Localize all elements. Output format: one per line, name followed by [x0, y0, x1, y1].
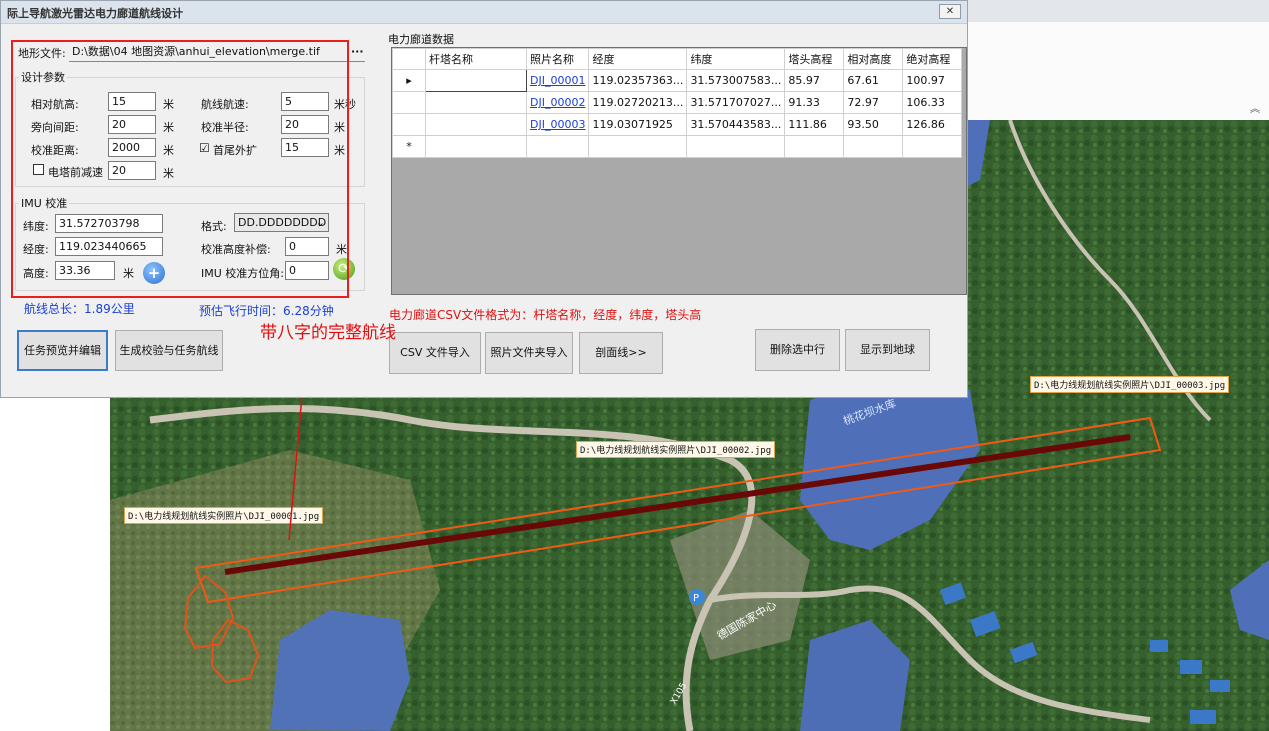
csv-format-note: 电力廊道CSV文件格式为：杆塔名称，经度，纬度，塔头高: [389, 308, 702, 322]
empty-cell[interactable]: [843, 135, 904, 158]
rel-height-cell[interactable]: 67.61: [843, 69, 904, 92]
head-elev-cell[interactable]: 91.33: [784, 91, 845, 114]
row-marker: [392, 91, 426, 114]
left-panel-blank: [0, 398, 110, 731]
rel-height-cell[interactable]: 93.50: [843, 113, 904, 136]
background-tab-strip: [968, 0, 1269, 22]
lat-cell[interactable]: 31.571707027...: [686, 91, 786, 114]
lat-cell[interactable]: 31.573007583...: [686, 69, 786, 92]
row-marker: [392, 113, 426, 136]
new-row[interactable]: *: [392, 135, 963, 158]
table-row[interactable]: DJI_00003 119.03071925 31.570443583... 1…: [392, 113, 963, 136]
empty-cell[interactable]: [902, 135, 963, 158]
empty-cell[interactable]: [588, 135, 688, 158]
column-header[interactable]: 杆塔名称: [425, 48, 527, 70]
collapse-ribbon-icon[interactable]: ︽: [1250, 100, 1260, 115]
column-header[interactable]: 经度: [588, 48, 688, 70]
browse-button[interactable]: ···: [351, 45, 364, 58]
photo-label-3: D:\电力线规划航线实例照片\DJI_00003.jpg: [1030, 376, 1230, 393]
background-toolbar-area: [968, 22, 1269, 120]
empty-cell[interactable]: [425, 135, 527, 158]
tower-name-cell[interactable]: [425, 69, 527, 92]
table-header-row: 杆塔名称 照片名称 经度 纬度 塔头高程 相对高度 绝对高程: [392, 48, 963, 70]
route-design-dialog: 际上导航激光雷达电力廊道航线设计 ✕ 地形文件: D:\数据\04 地图资源\a…: [0, 0, 968, 398]
column-header[interactable]: 照片名称: [525, 48, 590, 70]
annotation-label: 带八字的完整航线: [260, 323, 396, 343]
svg-text:P: P: [693, 593, 699, 604]
corridor-table: 杆塔名称 照片名称 经度 纬度 塔头高程 相对高度 绝对高程 ▸ DJI_000…: [392, 48, 963, 158]
dialog-title-bar: 际上导航激光雷达电力廊道航线设计 ✕: [1, 1, 967, 24]
delete-row-button[interactable]: 删除选中行: [755, 329, 840, 371]
total-length-text: 航线总长：1.89公里: [24, 302, 135, 316]
profile-button[interactable]: 剖面线>>: [579, 332, 663, 374]
photo-folder-import-button[interactable]: 照片文件夹导入: [485, 332, 573, 374]
close-button[interactable]: ✕: [939, 4, 961, 19]
head-elev-cell[interactable]: 85.97: [784, 69, 845, 92]
column-header[interactable]: 相对高度: [843, 48, 904, 70]
abs-elev-cell[interactable]: 106.33: [902, 91, 963, 114]
photo-link[interactable]: DJI_00003: [525, 113, 590, 136]
table-row[interactable]: DJI_00002 119.02720213... 31.571707027..…: [392, 91, 963, 114]
generate-route-button[interactable]: 生成校验与任务航线: [115, 330, 223, 371]
empty-cell[interactable]: [784, 135, 845, 158]
est-time-text: 预估飞行时间：6.28分钟: [199, 304, 334, 318]
row-header-corner: [392, 48, 426, 70]
current-row-marker: ▸: [392, 69, 426, 92]
photo-link[interactable]: DJI_00002: [525, 91, 590, 114]
lon-cell[interactable]: 119.02720213...: [588, 91, 688, 114]
photo-label-2: D:\电力线规划航线实例照片\DJI_00002.jpg: [576, 441, 776, 458]
table-row[interactable]: ▸ DJI_00001 119.02357363... 31.573007583…: [392, 69, 963, 92]
lon-cell[interactable]: 119.03071925: [588, 113, 688, 136]
preview-edit-button[interactable]: 任务预览并编辑: [17, 330, 108, 371]
column-header[interactable]: 纬度: [686, 48, 786, 70]
annotation-highlight-box: [11, 40, 349, 298]
corridor-data-grid[interactable]: 杆塔名称 照片名称 经度 纬度 塔头高程 相对高度 绝对高程 ▸ DJI_000…: [391, 47, 967, 295]
column-header[interactable]: 塔头高程: [784, 48, 845, 70]
tower-name-cell[interactable]: [425, 91, 527, 114]
csv-import-button[interactable]: CSV 文件导入: [389, 332, 481, 374]
lon-cell[interactable]: 119.02357363...: [588, 69, 688, 92]
rel-height-cell[interactable]: 72.97: [843, 91, 904, 114]
column-header[interactable]: 绝对高程: [902, 48, 963, 70]
photo-label-1: D:\电力线规划航线实例照片\DJI_00001.jpg: [124, 507, 324, 524]
new-row-marker: *: [392, 135, 426, 158]
empty-cell[interactable]: [525, 135, 590, 158]
photo-link[interactable]: DJI_00001: [525, 69, 590, 92]
show-globe-button[interactable]: 显示到地球: [845, 329, 930, 371]
empty-cell[interactable]: [686, 135, 786, 158]
grid-title: 电力廊道数据: [388, 33, 454, 46]
head-elev-cell[interactable]: 111.86: [784, 113, 845, 136]
lat-cell[interactable]: 31.570443583...: [686, 113, 786, 136]
abs-elev-cell[interactable]: 126.86: [902, 113, 963, 136]
dialog-title: 际上导航激光雷达电力廊道航线设计: [7, 7, 183, 20]
abs-elev-cell[interactable]: 100.97: [902, 69, 963, 92]
tower-name-cell[interactable]: [425, 113, 527, 136]
